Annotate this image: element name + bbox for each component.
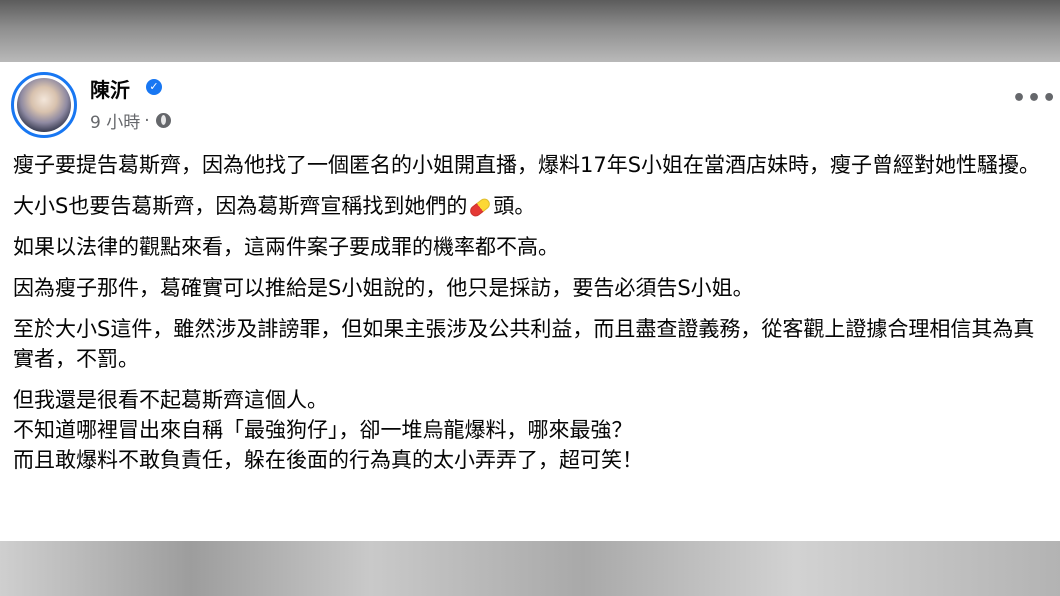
post-body: 瘦子要提告葛斯齊，因為他找了一個匿名的小姐開直播，爆料17年S小姐在當酒店妹時，… — [13, 150, 1049, 486]
post-meta: 9 小時 · — [90, 108, 171, 133]
verified-badge-icon: ✓ — [146, 79, 162, 95]
post-paragraph-2-text-b: 頭。 — [493, 194, 536, 218]
post-paragraph-6: 但我還是很看不起葛斯齊這個人。 不知道哪裡冒出來自稱「最強狗仔」，卻一堆烏龍爆料… — [13, 385, 1049, 475]
post-paragraph-5: 至於大小S這件，雖然涉及誹謗罪，但如果主張涉及公共利益，而且盡查證義務，從客觀上… — [13, 317, 1035, 371]
meta-separator: · — [144, 110, 150, 131]
post-paragraph-2-text-a: 大小S也要告葛斯齊，因為葛斯齊宣稱找到她們的 — [13, 194, 468, 218]
avatar[interactable] — [11, 72, 77, 138]
post-paragraph-6-line-2: 不知道哪裡冒出來自稱「最強狗仔」，卻一堆烏龍爆料，哪來最強？ — [13, 418, 633, 442]
post-time[interactable]: 9 小時 — [90, 108, 140, 133]
author-name[interactable]: 陳沂 — [90, 74, 130, 103]
avatar-image — [17, 78, 71, 132]
facebook-post: 陳沂 ✓ 9 小時 · ••• 瘦子要提告葛斯齊，因為他找了一個匿名的小姐開直播… — [0, 62, 1060, 541]
more-options-button[interactable]: ••• — [1012, 86, 1057, 111]
blurred-background-top — [0, 0, 1060, 62]
post-paragraph-3: 如果以法律的觀點來看，這兩件案子要成罪的機率都不高。 — [13, 235, 559, 259]
post-paragraph-2: 大小S也要告葛斯齊，因為葛斯齊宣稱找到她們的 頭。 — [13, 191, 1049, 221]
post-paragraph-4: 因為瘦子那件，葛確實可以推給是S小姐說的，他只是採訪，要告必須告S小姐。 — [13, 276, 754, 300]
pill-icon — [468, 195, 493, 219]
blurred-background-bottom — [0, 541, 1060, 596]
post-paragraph-6-line-3: 而且敢爆料不敢負責任，躲在後面的行為真的太小弄弄了，超可笑！ — [13, 448, 643, 472]
post-paragraph-1: 瘦子要提告葛斯齊，因為他找了一個匿名的小姐開直播，爆料17年S小姐在當酒店妹時，… — [13, 153, 1041, 177]
globe-icon[interactable] — [155, 113, 171, 128]
post-paragraph-6-line-1: 但我還是很看不起葛斯齊這個人。 — [13, 388, 328, 412]
